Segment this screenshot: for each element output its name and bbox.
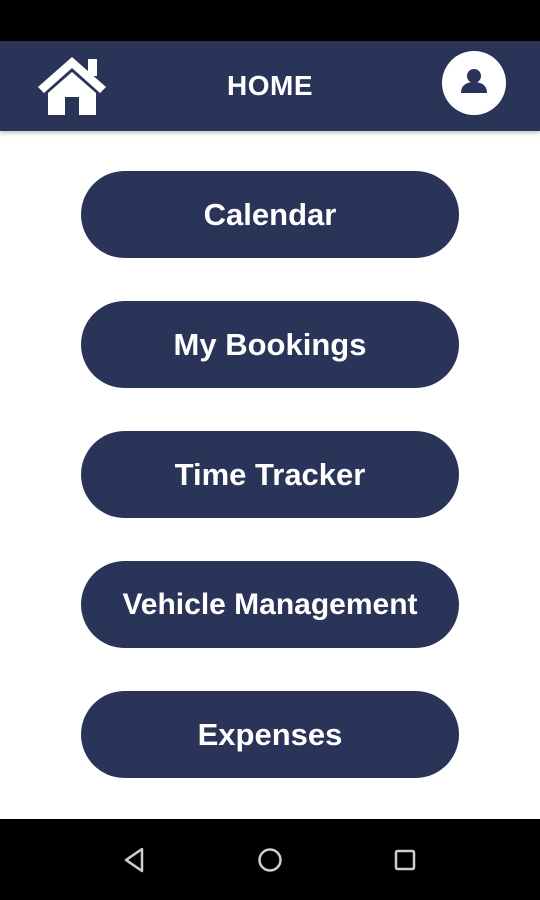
recents-button[interactable] [390, 845, 420, 875]
recents-icon [394, 849, 416, 871]
back-button[interactable] [120, 845, 150, 875]
profile-button[interactable] [442, 51, 506, 115]
my-bookings-button[interactable]: My Bookings [81, 301, 459, 388]
vehicle-management-button[interactable]: Vehicle Management [81, 561, 459, 648]
time-tracker-button[interactable]: Time Tracker [81, 431, 459, 518]
expenses-button[interactable]: Expenses [81, 691, 459, 778]
calendar-button[interactable]: Calendar [81, 171, 459, 258]
home-circle-icon [258, 848, 282, 872]
app-bar: HOME [0, 41, 540, 131]
system-navigation-bar [0, 819, 540, 900]
status-bar [0, 0, 540, 41]
user-icon [461, 69, 487, 93]
system-home-button[interactable] [255, 845, 285, 875]
back-icon [124, 847, 144, 873]
